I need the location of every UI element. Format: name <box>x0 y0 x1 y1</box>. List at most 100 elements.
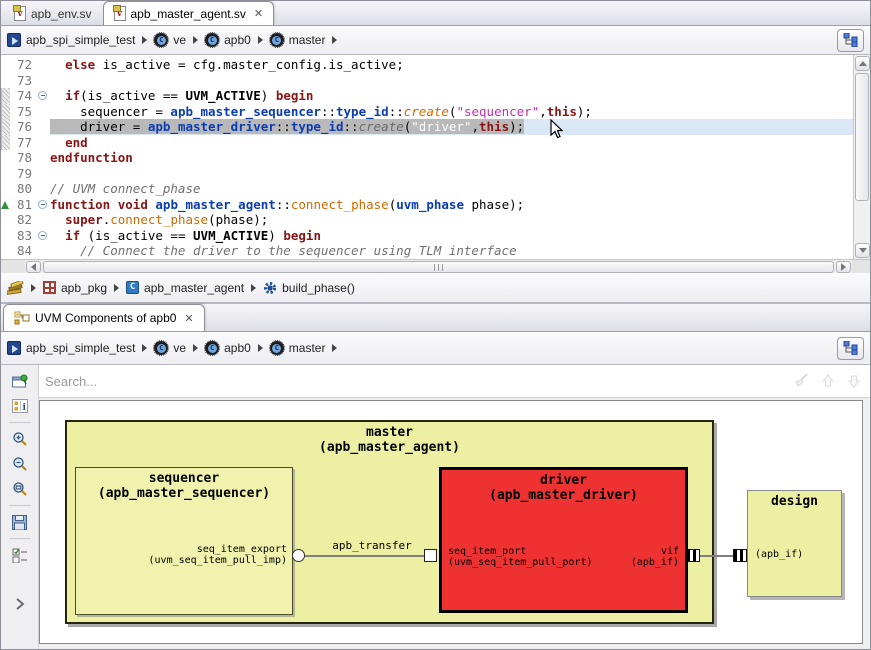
annotation-column <box>1 212 10 228</box>
zoom-in-button[interactable] <box>10 430 30 448</box>
code-text[interactable]: end <box>50 135 853 151</box>
breadcrumb-item-method[interactable]: build_phase() <box>263 281 355 295</box>
code-text[interactable]: if (is_active == UVM_ACTIVE) begin <box>50 228 853 244</box>
scrollbar-thumb[interactable] <box>43 261 834 273</box>
code-line[interactable]: 74 if(is_active == UVM_ACTIVE) begin <box>1 88 853 104</box>
code-text[interactable] <box>50 73 853 89</box>
clear-search-button[interactable] <box>792 372 812 390</box>
breadcrumb-item-test[interactable]: apb_spi_simple_test <box>7 341 135 355</box>
sv-file-icon: v <box>14 6 26 21</box>
search-input[interactable] <box>45 374 786 389</box>
uvm-component-icon: C <box>205 33 219 47</box>
tab-apb-env[interactable]: v apb_env.sv <box>3 1 103 25</box>
code-editor[interactable]: 72 else is_active = cfg.master_config.is… <box>1 55 870 259</box>
code-text[interactable]: driver = apb_master_driver::type_id::cre… <box>50 119 853 135</box>
fold-collapse-icon[interactable] <box>36 88 50 104</box>
toolbar-separator <box>9 538 31 539</box>
code-line[interactable]: 72 else is_active = cfg.master_config.is… <box>1 57 853 73</box>
code-text[interactable]: // Connect the driver to the sequencer u… <box>50 243 853 259</box>
breadcrumb-item-master[interactable]: C master <box>270 33 326 47</box>
sequencer-box[interactable]: sequencer (apb_master_sequencer) seq_ite… <box>75 467 293 615</box>
code-line[interactable]: 73 <box>1 73 853 89</box>
annotation-column <box>1 243 10 259</box>
breadcrumb-item-ve[interactable]: C ve <box>154 33 186 47</box>
code-line[interactable]: 82 super.connect_phase(phase); <box>1 212 853 228</box>
line-number: 80 <box>10 181 36 197</box>
breadcrumb-item-test[interactable]: apb_spi_simple_test <box>7 33 135 47</box>
show-hierarchy-button[interactable] <box>837 337 864 360</box>
code-line[interactable]: 84 // Connect the driver to the sequence… <box>1 243 853 259</box>
code-text[interactable]: function void apb_master_agent::connect_… <box>50 197 853 213</box>
zoom-in-icon <box>12 431 28 447</box>
code-line[interactable]: 81function void apb_master_agent::connec… <box>1 197 853 213</box>
method-gear-icon <box>263 281 277 295</box>
link-with-editor-icon <box>12 374 28 389</box>
sequencer-port-label: seq_item_export (uvm_seq_item_pull_imp) <box>149 544 287 566</box>
tab-apb-master-agent[interactable]: v apb_master_agent.sv ✕ <box>103 1 275 25</box>
breadcrumb-arrow-icon <box>142 344 147 352</box>
save-diagram-button[interactable] <box>10 513 30 531</box>
fold-column <box>36 104 50 120</box>
link-with-editor-button[interactable] <box>10 372 30 390</box>
next-match-button[interactable] <box>844 372 864 390</box>
mouse-cursor-icon <box>550 119 563 139</box>
code-text[interactable]: else is_active = cfg.master_config.is_ac… <box>50 57 853 73</box>
breadcrumb-item-apb0[interactable]: C apb0 <box>205 341 251 355</box>
annotation-column <box>1 166 10 182</box>
code-line[interactable]: 79 <box>1 166 853 182</box>
design-port-label: (apb_if) <box>755 549 803 560</box>
code-text[interactable]: if(is_active == UVM_ACTIVE) begin <box>50 88 853 104</box>
editor-vertical-scrollbar[interactable] <box>853 55 870 259</box>
scroll-right-button[interactable] <box>836 261 851 273</box>
driver-box[interactable]: driver (apb_master_driver) seq_item_port… <box>439 467 688 613</box>
close-tab-icon[interactable]: ✕ <box>184 312 193 325</box>
fold-collapse-icon[interactable] <box>36 228 50 244</box>
show-details-button[interactable]: i <box>10 397 30 415</box>
seq-item-port-square[interactable] <box>424 549 437 562</box>
vif-port[interactable] <box>686 549 700 562</box>
tab-label: apb_master_agent.sv <box>131 7 246 21</box>
design-if-port[interactable] <box>733 549 747 562</box>
zoom-out-icon <box>12 456 28 472</box>
scrollbar-thumb[interactable] <box>855 73 869 201</box>
driver-left-port-label: seq_item_port (uvm_seq_item_pull_port) <box>448 546 593 568</box>
editor-horizontal-scrollbar[interactable] <box>1 259 870 273</box>
zoom-out-button[interactable] <box>10 455 30 473</box>
code-text[interactable]: sequencer = apb_master_sequencer::type_i… <box>50 104 853 120</box>
more-tools-button[interactable] <box>10 595 30 613</box>
show-hierarchy-button[interactable] <box>837 29 864 52</box>
tab-uvm-components[interactable]: UVM Components of apb0 ✕ <box>3 304 205 331</box>
library-icon <box>7 281 24 295</box>
breadcrumb-item-library[interactable] <box>7 281 24 295</box>
diagram-options-button[interactable] <box>10 546 30 564</box>
previous-match-button[interactable] <box>818 372 838 390</box>
uvm-diagram-canvas[interactable]: master (apb_master_agent) sequencer (apb… <box>39 400 863 644</box>
code-text[interactable]: super.connect_phase(phase); <box>50 212 853 228</box>
design-box[interactable]: design (apb_if) <box>747 490 842 597</box>
scroll-down-button[interactable] <box>855 243 870 258</box>
export-port-circle[interactable] <box>292 549 305 562</box>
code-line[interactable]: 75 sequencer = apb_master_sequencer::typ… <box>1 104 853 120</box>
uvm-component-icon: C <box>154 33 168 47</box>
zoom-fit-button[interactable] <box>10 480 30 498</box>
code-line[interactable]: 78endfunction <box>1 150 853 166</box>
breadcrumb-item-ve[interactable]: C ve <box>154 341 186 355</box>
fold-column <box>36 150 50 166</box>
code-line[interactable]: 83 if (is_active == UVM_ACTIVE) begin <box>1 228 853 244</box>
close-tab-icon[interactable]: ✕ <box>254 7 263 20</box>
scroll-up-button[interactable] <box>855 56 870 71</box>
fold-collapse-icon[interactable] <box>36 197 50 213</box>
code-line[interactable]: 77 end <box>1 135 853 151</box>
code-line[interactable]: 76 driver = apb_master_driver::type_id::… <box>1 119 853 135</box>
arrow-down-icon <box>846 373 862 389</box>
code-line[interactable]: 80 // UVM connect_phase <box>1 181 853 197</box>
code-text[interactable]: // UVM connect_phase <box>50 181 853 197</box>
line-number: 79 <box>10 166 36 182</box>
breadcrumb-item-package[interactable]: apb_pkg <box>43 281 107 295</box>
breadcrumb-item-apb0[interactable]: C apb0 <box>205 33 251 47</box>
code-text[interactable]: endfunction <box>50 150 853 166</box>
code-text[interactable] <box>50 166 853 182</box>
breadcrumb-item-class[interactable]: C apb_master_agent <box>126 281 244 295</box>
breadcrumb-item-master[interactable]: C master <box>270 341 326 355</box>
scroll-left-button[interactable] <box>26 261 41 273</box>
